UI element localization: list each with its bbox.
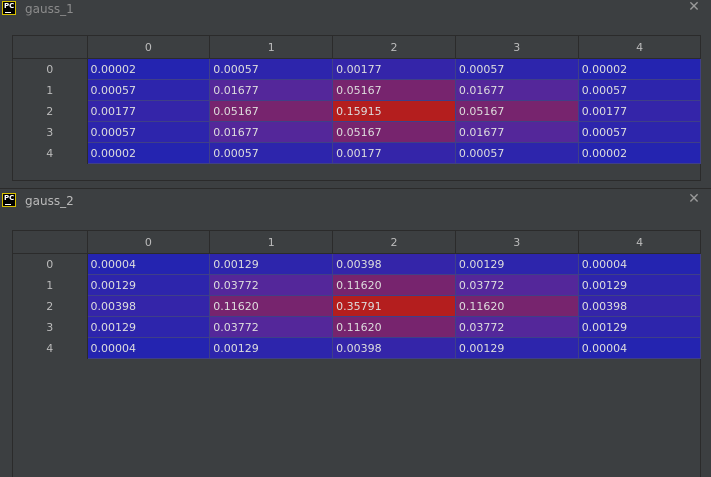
- column-header[interactable]: 0: [87, 36, 211, 59]
- table-cell[interactable]: 0.01677: [209, 121, 334, 143]
- panel-title: gauss_1: [25, 2, 74, 16]
- table-cell[interactable]: 0.00004: [577, 337, 702, 359]
- close-icon[interactable]: ✕: [687, 192, 701, 206]
- table-cell[interactable]: 0.00002: [86, 142, 211, 164]
- table-cell[interactable]: 0.00057: [577, 79, 702, 101]
- table-cell[interactable]: 0.01677: [209, 79, 334, 101]
- index-header-corner: [13, 36, 88, 59]
- table-cell[interactable]: 0.00002: [577, 142, 702, 164]
- column-header[interactable]: 0: [87, 231, 211, 254]
- data-table: 0 1 2 3 4 0 0.00002 0.00057 0.00177 0.00…: [13, 36, 702, 164]
- data-table-container[interactable]: 0 1 2 3 4 0 0.00002 0.00057 0.00177 0.00…: [12, 35, 702, 181]
- row-index: 2: [13, 100, 88, 122]
- table-cell[interactable]: 0.11620: [332, 274, 456, 296]
- table-cell[interactable]: 0.05167: [332, 79, 456, 101]
- table-cell[interactable]: 0.00057: [209, 58, 334, 80]
- table-cell[interactable]: 0.00398: [577, 295, 702, 317]
- table-cell[interactable]: 0.01677: [454, 121, 579, 143]
- column-header[interactable]: 4: [578, 36, 702, 59]
- table-cell[interactable]: 0.00057: [209, 142, 334, 164]
- data-table: 0 1 2 3 4 0 0.00004 0.00129 0.00398 0.00…: [13, 231, 702, 359]
- row-index: 0: [13, 253, 88, 275]
- table-header-row: 0 1 2 3 4: [13, 36, 702, 59]
- row-index: 4: [13, 142, 88, 164]
- table-cell[interactable]: 0.00057: [86, 79, 211, 101]
- panel-titlebar: PC gauss_2 ✕: [0, 192, 711, 210]
- table-cell[interactable]: 0.05167: [209, 100, 334, 122]
- table-row: 2 0.00177 0.05167 0.15915 0.05167 0.0017…: [13, 100, 702, 122]
- table-cell[interactable]: 0.00004: [86, 337, 211, 359]
- column-header[interactable]: 3: [455, 231, 579, 254]
- column-header[interactable]: 1: [209, 36, 334, 59]
- table-row: 3 0.00129 0.03772 0.11620 0.03772 0.0012…: [13, 316, 702, 338]
- table-cell[interactable]: 0.00129: [577, 316, 702, 338]
- table-cell[interactable]: 0.03772: [209, 316, 334, 338]
- index-header-corner: [13, 231, 88, 254]
- table-cell[interactable]: 0.00002: [86, 58, 211, 80]
- data-table-container[interactable]: 0 1 2 3 4 0 0.00004 0.00129 0.00398 0.00…: [12, 230, 702, 477]
- column-header[interactable]: 2: [332, 231, 456, 254]
- table-cell[interactable]: 0.00129: [209, 253, 334, 275]
- table-cell[interactable]: 0.00177: [86, 100, 211, 122]
- table-cell[interactable]: 0.03772: [454, 316, 579, 338]
- table-cell[interactable]: 0.00177: [332, 142, 456, 164]
- table-row: 4 0.00004 0.00129 0.00398 0.00129 0.0000…: [13, 337, 702, 359]
- dataframe-viewer-panel-gauss-2: PC gauss_2 ✕ 0 1 2 3 4 0 0.00004 0.00129…: [0, 192, 711, 477]
- table-cell[interactable]: 0.00057: [577, 121, 702, 143]
- panel-titlebar: PC gauss_1 ✕: [0, 0, 711, 18]
- table-cell[interactable]: 0.00004: [86, 253, 211, 275]
- table-cell[interactable]: 0.11620: [332, 316, 456, 338]
- row-index: 0: [13, 58, 88, 80]
- table-cell[interactable]: 0.00129: [577, 274, 702, 296]
- table-cell[interactable]: 0.11620: [209, 295, 334, 317]
- row-index: 3: [13, 121, 88, 143]
- table-cell[interactable]: 0.05167: [454, 100, 579, 122]
- table-row: 0 0.00004 0.00129 0.00398 0.00129 0.0000…: [13, 253, 702, 275]
- table-row: 4 0.00002 0.00057 0.00177 0.00057 0.0000…: [13, 142, 702, 164]
- table-cell[interactable]: 0.00129: [86, 316, 211, 338]
- table-cell[interactable]: 0.00129: [86, 274, 211, 296]
- table-cell[interactable]: 0.00004: [577, 253, 702, 275]
- table-cell[interactable]: 0.00398: [332, 337, 456, 359]
- table-cell[interactable]: 0.00002: [577, 58, 702, 80]
- row-index: 4: [13, 337, 88, 359]
- column-header[interactable]: 3: [455, 36, 579, 59]
- table-cell[interactable]: 0.03772: [454, 274, 579, 296]
- table-row: 3 0.00057 0.01677 0.05167 0.01677 0.0005…: [13, 121, 702, 143]
- table-cell[interactable]: 0.00129: [209, 337, 334, 359]
- table-header-row: 0 1 2 3 4: [13, 231, 702, 254]
- table-cell[interactable]: 0.03772: [209, 274, 334, 296]
- table-cell[interactable]: 0.05167: [332, 121, 456, 143]
- column-header[interactable]: 4: [578, 231, 702, 254]
- table-cell[interactable]: 0.00057: [454, 58, 579, 80]
- pycharm-app-icon: PC: [2, 1, 16, 15]
- close-icon[interactable]: ✕: [687, 0, 701, 14]
- column-header[interactable]: 1: [209, 231, 334, 254]
- table-cell[interactable]: 0.11620: [454, 295, 579, 317]
- table-row: 0 0.00002 0.00057 0.00177 0.00057 0.0000…: [13, 58, 702, 80]
- table-cell[interactable]: 0.01677: [454, 79, 579, 101]
- dataframe-viewer-panel-gauss-1: PC gauss_1 ✕ 0 1 2 3 4 0 0.00002 0.00057…: [0, 0, 711, 189]
- table-cell[interactable]: 0.00398: [332, 253, 456, 275]
- row-index: 1: [13, 274, 88, 296]
- table-cell[interactable]: 0.00129: [454, 253, 579, 275]
- table-cell[interactable]: 0.15915: [332, 100, 456, 122]
- row-index: 2: [13, 295, 88, 317]
- row-index: 1: [13, 79, 88, 101]
- panel-title: gauss_2: [25, 194, 74, 208]
- table-cell[interactable]: 0.35791: [332, 295, 456, 317]
- table-cell[interactable]: 0.00129: [454, 337, 579, 359]
- table-row: 2 0.00398 0.11620 0.35791 0.11620 0.0039…: [13, 295, 702, 317]
- table-cell[interactable]: 0.00177: [332, 58, 456, 80]
- table-cell[interactable]: 0.00057: [454, 142, 579, 164]
- pycharm-app-icon: PC: [2, 193, 16, 207]
- table-cell[interactable]: 0.00398: [86, 295, 211, 317]
- table-cell[interactable]: 0.00057: [86, 121, 211, 143]
- column-header[interactable]: 2: [332, 36, 456, 59]
- table-row: 1 0.00057 0.01677 0.05167 0.01677 0.0005…: [13, 79, 702, 101]
- table-cell[interactable]: 0.00177: [577, 100, 702, 122]
- table-row: 1 0.00129 0.03772 0.11620 0.03772 0.0012…: [13, 274, 702, 296]
- row-index: 3: [13, 316, 88, 338]
